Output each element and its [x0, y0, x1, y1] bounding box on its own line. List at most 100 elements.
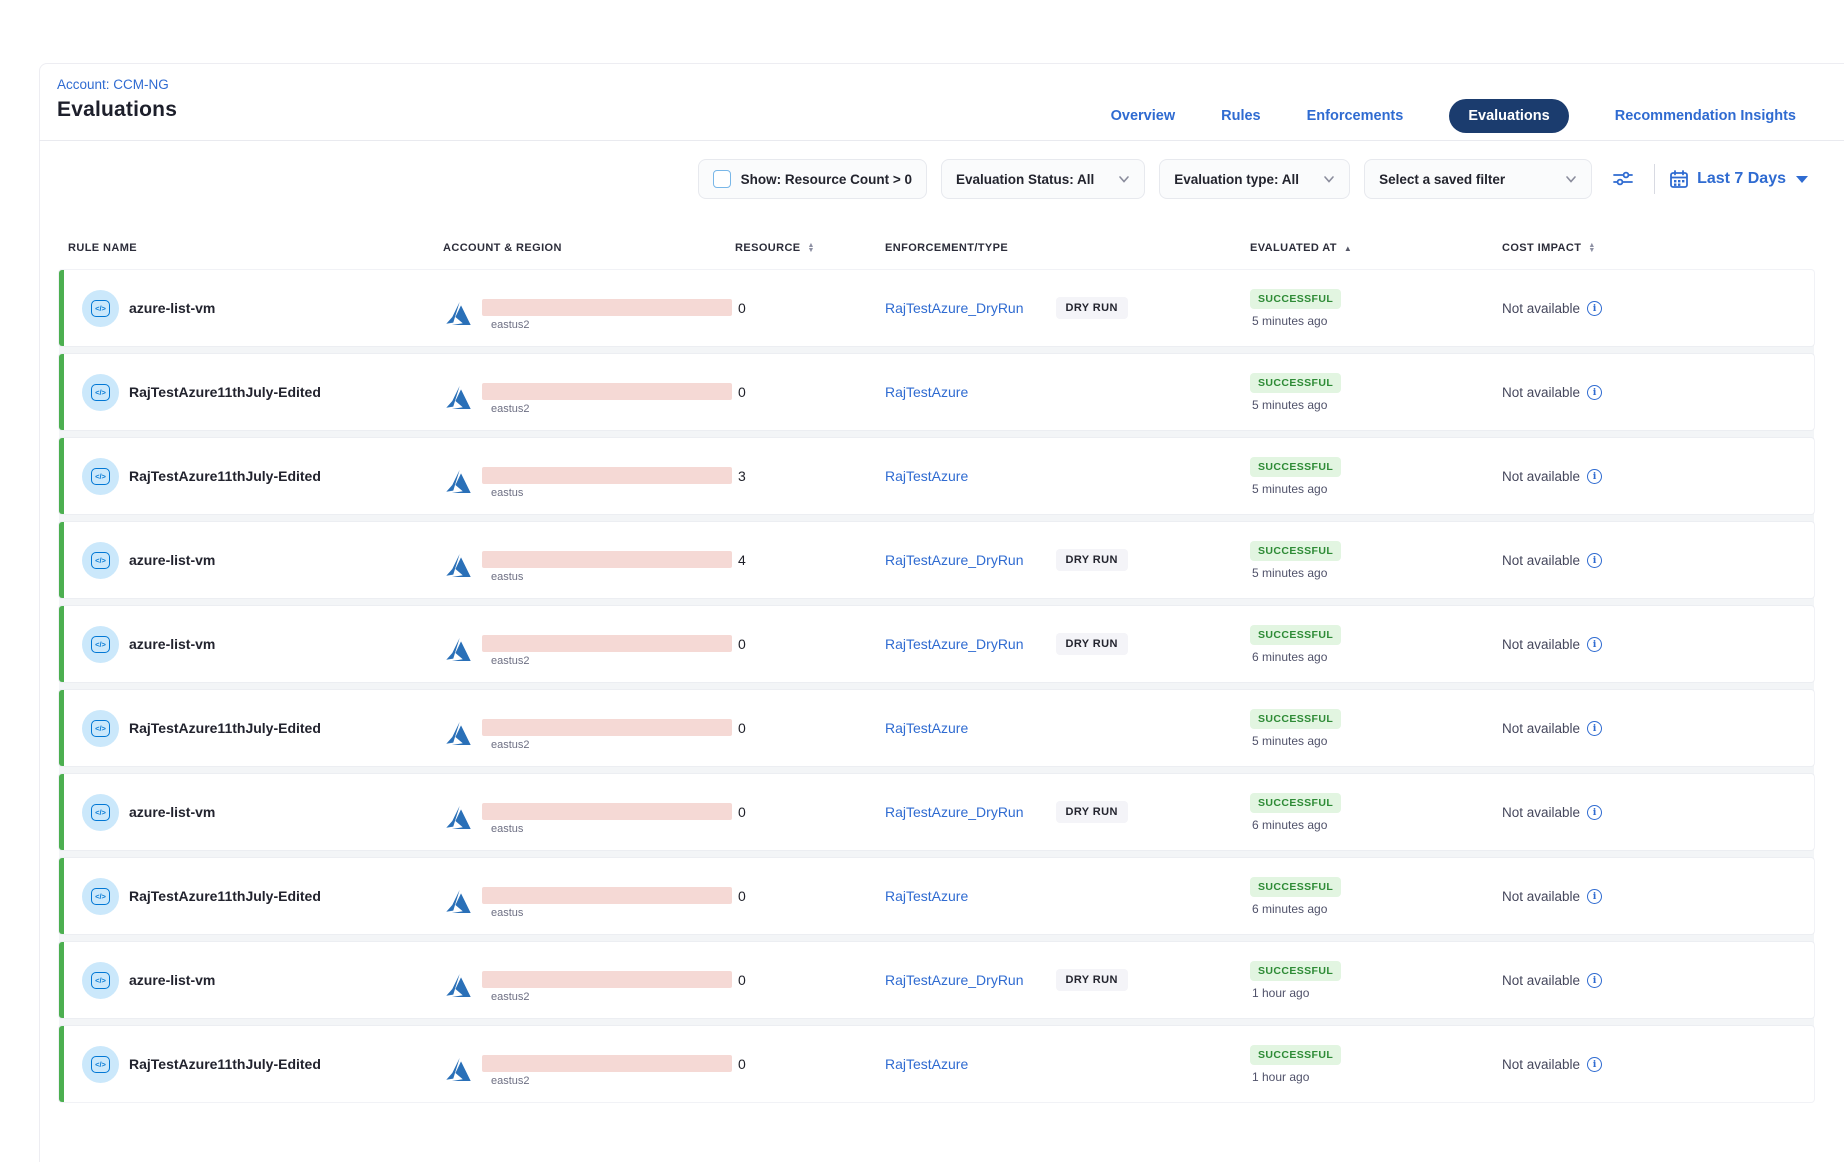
sort-ascending-icon[interactable]: ▲ [1344, 244, 1352, 253]
code-rule-icon: </> [91, 1056, 110, 1073]
col-header-account-region[interactable]: ACCOUNT & REGION [443, 242, 735, 254]
info-icon[interactable]: i [1587, 385, 1602, 400]
table-row[interactable]: </> azure-list-vm eastus2 0 RajTestAzure… [59, 270, 1814, 346]
enforcement-link[interactable]: RajTestAzure_DryRun [885, 804, 1024, 820]
resource-count-filter[interactable]: Show: Resource Count > 0 [698, 159, 927, 199]
table-header-row: RULE NAME ACCOUNT & REGION RESOURCE ▲▼ E… [59, 226, 1814, 270]
account-name-redacted [482, 467, 732, 484]
rule-name: RajTestAzure11thJuly-Edited [129, 888, 321, 904]
row-status-accent [59, 690, 64, 766]
row-status-accent [59, 522, 64, 598]
cost-impact-value: Not available [1502, 889, 1580, 904]
sliders-icon [1612, 168, 1634, 190]
page-title: Evaluations [57, 98, 177, 122]
row-status-accent [59, 1026, 64, 1102]
azure-icon [443, 635, 474, 666]
tab-enforcements[interactable]: Enforcements [1307, 108, 1404, 124]
info-icon[interactable]: i [1587, 805, 1602, 820]
enforcement-link[interactable]: RajTestAzure [885, 1056, 968, 1072]
table-row[interactable]: </> RajTestAzure11thJuly-Edited eastus2 … [59, 1026, 1814, 1102]
code-rule-icon: </> [91, 888, 110, 905]
tab-overview[interactable]: Overview [1111, 108, 1176, 124]
table-row[interactable]: </> RajTestAzure11thJuly-Edited eastus 0… [59, 858, 1814, 934]
azure-icon [443, 887, 474, 918]
evaluation-type-dropdown[interactable]: Evaluation type: All [1159, 159, 1350, 199]
filter-settings-button[interactable] [1606, 162, 1640, 196]
table-row[interactable]: </> azure-list-vm eastus2 0 RajTestAzure… [59, 942, 1814, 1018]
tab-recommendation-insights[interactable]: Recommendation Insights [1615, 108, 1796, 124]
rule-name: RajTestAzure11thJuly-Edited [129, 1056, 321, 1072]
code-rule-icon: </> [91, 972, 110, 989]
code-rule-icon: </> [91, 720, 110, 737]
sort-icon[interactable]: ▲▼ [808, 243, 815, 253]
info-icon[interactable]: i [1587, 637, 1602, 652]
resource-count: 4 [735, 552, 885, 568]
table-row[interactable]: </> RajTestAzure11thJuly-Edited eastus 3… [59, 438, 1814, 514]
enforcement-link[interactable]: RajTestAzure_DryRun [885, 300, 1024, 316]
region-label: eastus [482, 907, 732, 919]
saved-filter-dropdown[interactable]: Select a saved filter [1364, 159, 1592, 199]
enforcement-link[interactable]: RajTestAzure [885, 720, 968, 736]
info-icon[interactable]: i [1587, 721, 1602, 736]
azure-icon [443, 551, 474, 582]
info-icon[interactable]: i [1587, 973, 1602, 988]
tab-evaluations[interactable]: Evaluations [1449, 99, 1568, 133]
saved-filter-placeholder: Select a saved filter [1379, 172, 1505, 187]
col-header-enforcement-type[interactable]: ENFORCEMENT/TYPE [885, 242, 1250, 254]
enforcement-link[interactable]: RajTestAzure [885, 888, 968, 904]
row-status-accent [59, 942, 64, 1018]
rule-icon: </> [82, 626, 119, 663]
top-tabs: Overview Rules Enforcements Evaluations … [1111, 91, 1796, 141]
enforcement-link[interactable]: RajTestAzure [885, 468, 968, 484]
table-row[interactable]: </> azure-list-vm eastus 4 RajTestAzure_… [59, 522, 1814, 598]
account-name-redacted [482, 635, 732, 652]
date-range-picker[interactable]: Last 7 Days [1669, 169, 1808, 189]
rule-icon: </> [82, 458, 119, 495]
table-row[interactable]: </> RajTestAzure11thJuly-Edited eastus2 … [59, 354, 1814, 430]
info-icon[interactable]: i [1587, 889, 1602, 904]
row-status-accent [59, 270, 64, 346]
chevron-down-icon [1118, 173, 1130, 185]
chevron-down-icon [1565, 173, 1577, 185]
cost-impact-value: Not available [1502, 301, 1580, 316]
enforcement-link[interactable]: RajTestAzure_DryRun [885, 552, 1024, 568]
resource-count: 0 [735, 804, 885, 820]
col-header-rule-name[interactable]: RULE NAME [59, 242, 443, 254]
evaluation-status-dropdown[interactable]: Evaluation Status: All [941, 159, 1145, 199]
row-status-accent [59, 606, 64, 682]
rule-icon: </> [82, 1046, 119, 1083]
filter-divider [1654, 164, 1655, 194]
chevron-down-icon [1323, 173, 1335, 185]
cost-impact-value: Not available [1502, 637, 1580, 652]
rule-name: azure-list-vm [129, 972, 215, 988]
region-label: eastus2 [482, 739, 732, 751]
resource-count: 0 [735, 888, 885, 904]
enforcement-link[interactable]: RajTestAzure_DryRun [885, 972, 1024, 988]
enforcement-link[interactable]: RajTestAzure_DryRun [885, 636, 1024, 652]
rule-name: azure-list-vm [129, 804, 215, 820]
table-row[interactable]: </> azure-list-vm eastus 0 RajTestAzure_… [59, 774, 1814, 850]
table-row[interactable]: </> azure-list-vm eastus2 0 RajTestAzure… [59, 606, 1814, 682]
resource-count-checkbox[interactable] [713, 170, 731, 188]
info-icon[interactable]: i [1587, 553, 1602, 568]
col-header-cost-impact[interactable]: COST IMPACT ▲▼ [1502, 242, 1814, 254]
table-row[interactable]: </> RajTestAzure11thJuly-Edited eastus2 … [59, 690, 1814, 766]
sort-icon[interactable]: ▲▼ [1588, 243, 1595, 253]
col-header-resource[interactable]: RESOURCE ▲▼ [735, 242, 885, 254]
enforcement-link[interactable]: RajTestAzure [885, 384, 968, 400]
status-badge: SUCCESSFUL [1250, 541, 1341, 561]
info-icon[interactable]: i [1587, 301, 1602, 316]
code-rule-icon: </> [91, 552, 110, 569]
evaluated-time: 6 minutes ago [1250, 650, 1327, 664]
info-icon[interactable]: i [1587, 1057, 1602, 1072]
rule-name: RajTestAzure11thJuly-Edited [129, 468, 321, 484]
dry-run-badge: DRY RUN [1056, 549, 1128, 571]
account-breadcrumb-link[interactable]: Account: CCM-NG [57, 77, 177, 92]
status-badge: SUCCESSFUL [1250, 709, 1341, 729]
account-name-redacted [482, 1055, 732, 1072]
tab-rules[interactable]: Rules [1221, 108, 1261, 124]
evaluations-table: RULE NAME ACCOUNT & REGION RESOURCE ▲▼ E… [59, 226, 1814, 1102]
info-icon[interactable]: i [1587, 469, 1602, 484]
col-header-evaluated-at[interactable]: EVALUATED AT ▲ [1250, 242, 1502, 254]
azure-icon [443, 971, 474, 1002]
